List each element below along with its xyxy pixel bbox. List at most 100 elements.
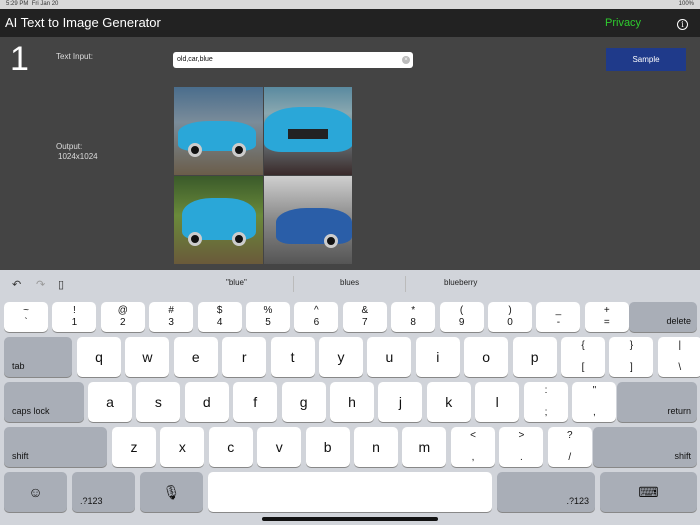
key-label: / <box>568 452 572 463</box>
keyboard: ↶ ↷ ▯ "blue" blues blueberry ~ `! 1 @2 #3 $4%… <box>0 270 700 525</box>
key-symbol[interactable]: | \ <box>657 337 700 377</box>
key-label: k <box>445 394 453 410</box>
shift-key-right[interactable]: shift <box>593 427 697 467</box>
shift-key-left[interactable]: shift <box>4 427 107 467</box>
suggestion[interactable]: "blue" <box>226 278 247 287</box>
key-e[interactable]: e <box>173 337 218 377</box>
sample-button[interactable]: Sample <box>606 48 686 71</box>
key-label: ~ <box>23 305 29 316</box>
key-0[interactable]: ~ ` <box>4 302 48 332</box>
key-label: return <box>667 406 691 416</box>
text-input-label: Text Input: <box>56 52 93 61</box>
key-p[interactable]: p <box>512 337 557 377</box>
key-label: [ <box>581 362 585 373</box>
key-x[interactable]: x <box>160 427 205 467</box>
key-b[interactable]: b <box>305 427 350 467</box>
key-symbol[interactable]: }] <box>609 337 654 377</box>
key-2[interactable]: @2 <box>100 302 145 332</box>
key-g[interactable]: g <box>281 382 326 422</box>
key-symbol[interactable]: <, <box>451 427 495 467</box>
return-key[interactable]: return <box>617 382 697 422</box>
key-label: . <box>520 452 523 463</box>
key-3[interactable]: #3 <box>149 302 194 332</box>
key-label: ; <box>544 407 548 418</box>
text-input-value: old,car,blue <box>177 56 213 63</box>
key-l[interactable]: l <box>475 382 520 422</box>
key-u[interactable]: u <box>367 337 412 377</box>
key-j[interactable]: j <box>378 382 423 422</box>
key-t[interactable]: t <box>270 337 315 377</box>
clear-icon[interactable]: × <box>402 56 410 64</box>
paste-icon[interactable]: ▯ <box>58 278 64 291</box>
key-10[interactable]: ) 0 <box>488 302 532 332</box>
key-v[interactable]: v <box>257 427 302 467</box>
delete-key[interactable]: delete <box>629 302 697 332</box>
output-image-grid <box>174 87 352 264</box>
key-a[interactable]: a <box>88 382 132 422</box>
key-7[interactable]: & 7 <box>342 302 387 332</box>
key-label: caps lock <box>12 406 50 416</box>
key-label: c <box>227 439 235 455</box>
key-label: a <box>106 394 114 410</box>
key-label: # <box>168 305 174 316</box>
key-f[interactable]: f <box>233 382 278 422</box>
key-s[interactable]: s <box>136 382 181 422</box>
key-label: q <box>95 349 103 365</box>
key-label: ) <box>508 305 512 316</box>
output-label: Output: <box>56 142 83 151</box>
key-label: + <box>603 305 610 316</box>
generated-image <box>263 87 352 175</box>
privacy-link[interactable]: Privacy <box>605 17 641 29</box>
key-9[interactable]: (9 <box>439 302 484 332</box>
key-label: u <box>385 349 394 365</box>
key-label: ? <box>567 430 573 441</box>
key-r[interactable]: r <box>222 337 267 377</box>
tab-key[interactable]: tab <box>4 337 72 377</box>
emoji-key[interactable]: ☺ <box>4 472 67 512</box>
key-m[interactable]: m <box>402 427 447 467</box>
app-header: AI Text to Image Generator Privacy i <box>0 9 700 37</box>
key-z[interactable]: z <box>112 427 156 467</box>
key-symbol[interactable]: :; <box>524 382 568 422</box>
key-symbol[interactable]: >. <box>499 427 544 467</box>
key-11[interactable]: _ - <box>536 302 581 332</box>
space-key[interactable] <box>208 472 492 512</box>
hide-keyboard-key[interactable]: ⌨ <box>600 472 697 512</box>
key-label: .?123 <box>566 496 589 506</box>
key-h[interactable]: h <box>330 382 374 422</box>
key-label: & <box>361 305 369 316</box>
key-i[interactable]: i <box>415 337 460 377</box>
key-6[interactable]: ^ 6 <box>294 302 339 332</box>
key-y[interactable]: y <box>319 337 363 377</box>
key-symbol[interactable]: {[ <box>561 337 605 377</box>
key-label: ☺ <box>28 484 43 500</box>
suggestion[interactable]: blues <box>340 278 359 287</box>
numbers-key-right[interactable]: .?123 <box>497 472 595 512</box>
text-input[interactable]: old,car,blue × <box>173 52 413 68</box>
key-n[interactable]: n <box>354 427 398 467</box>
numbers-key-left[interactable]: .?123 <box>72 472 135 512</box>
status-bar: 5:29 PM Fri Jan 20 100% <box>0 0 700 9</box>
key-k[interactable]: k <box>426 382 471 422</box>
key-w[interactable]: w <box>125 337 170 377</box>
key-label: s <box>154 394 162 410</box>
key-8[interactable]: * 8 <box>391 302 436 332</box>
redo-icon[interactable]: ↷ <box>36 278 45 291</box>
key-1[interactable]: ! 1 <box>52 302 97 332</box>
suggestion[interactable]: blueberry <box>444 278 477 287</box>
caps-lock-key[interactable]: caps lock <box>4 382 84 422</box>
key-label: " <box>592 385 597 396</box>
key-5[interactable]: % 5 <box>246 302 290 332</box>
key-12[interactable]: + = <box>584 302 629 332</box>
key-o[interactable]: o <box>464 337 509 377</box>
key-symbol[interactable]: ", <box>572 382 617 422</box>
key-c[interactable]: c <box>208 427 253 467</box>
undo-icon[interactable]: ↶ <box>12 278 21 291</box>
key-4[interactable]: $4 <box>197 302 242 332</box>
key-d[interactable]: d <box>184 382 229 422</box>
microphone-key[interactable]: 🎙 <box>140 472 203 512</box>
key-label: @ <box>117 305 128 316</box>
key-symbol[interactable]: ? / <box>547 427 592 467</box>
key-q[interactable]: q <box>77 337 121 377</box>
info-icon[interactable]: i <box>677 19 688 30</box>
